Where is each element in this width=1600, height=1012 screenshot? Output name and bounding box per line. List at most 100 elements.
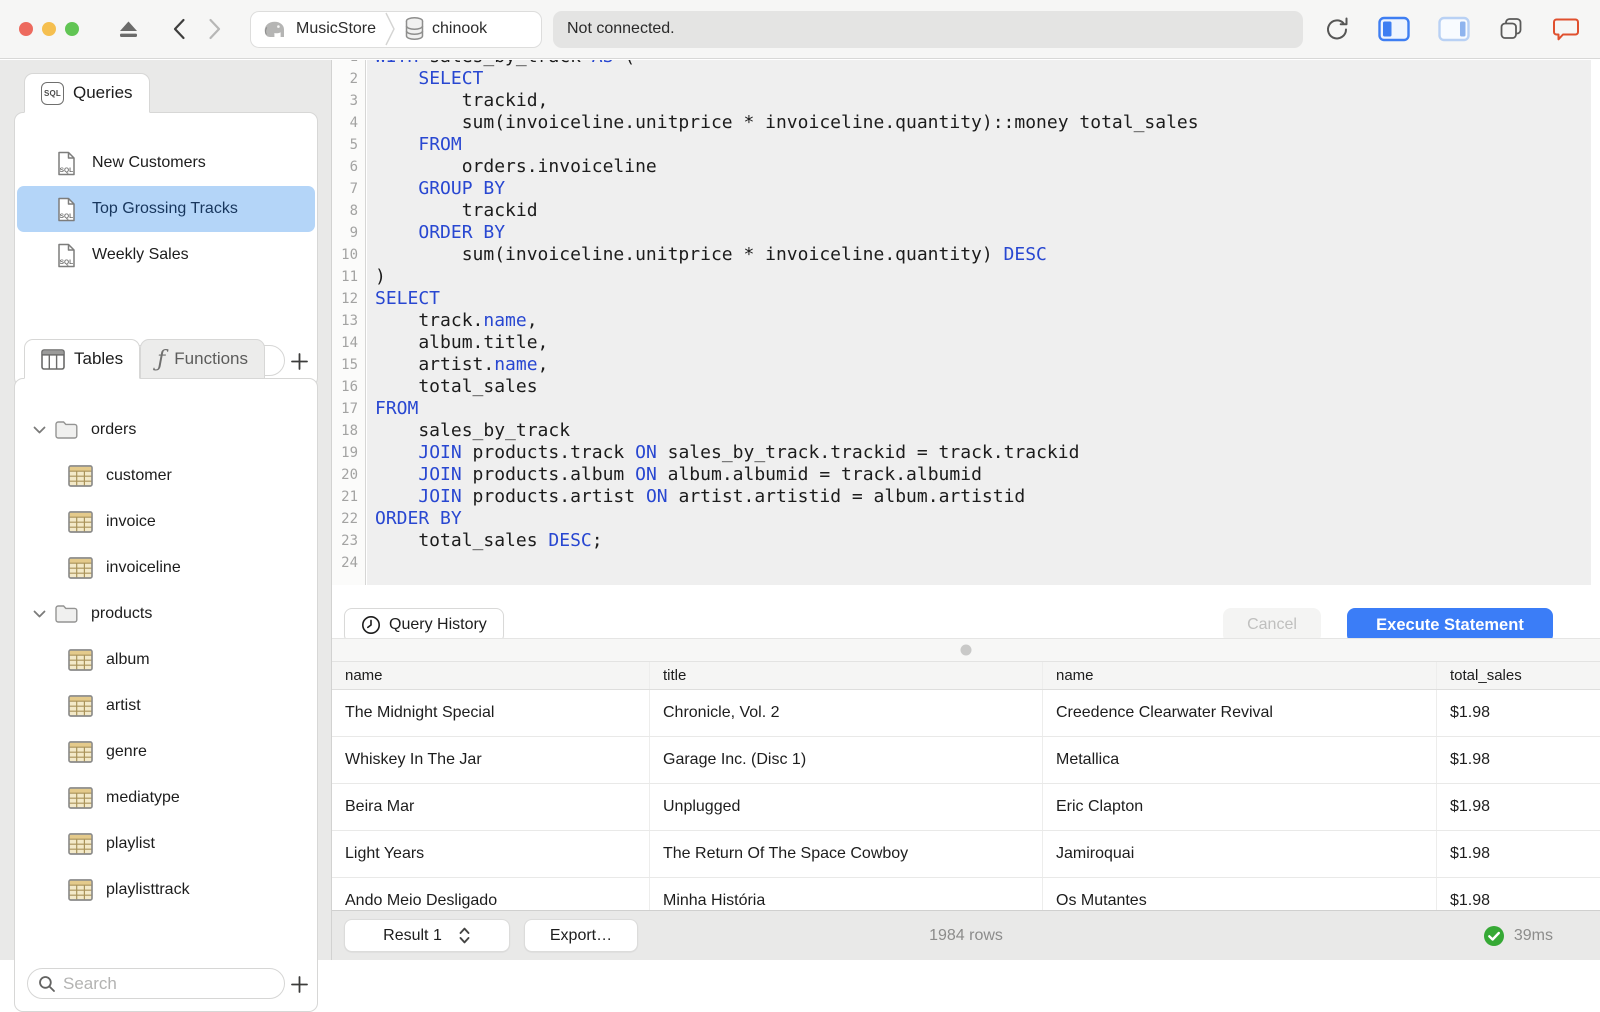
table-cell[interactable]: Garage Inc. (Disc 1) xyxy=(650,737,1043,783)
table-cell[interactable]: $1.98 xyxy=(1437,831,1600,877)
export-button[interactable]: Export… xyxy=(524,919,638,952)
tree-item-playlist[interactable]: playlist xyxy=(15,821,317,867)
table-cell[interactable]: Jamiroquai xyxy=(1043,831,1437,877)
table-row[interactable]: The Midnight Special Chronicle, Vol. 2 Cre… xyxy=(332,690,1600,737)
toggle-right-sidebar-icon[interactable] xyxy=(1438,16,1470,42)
table-row[interactable]: Beira Mar Unplugged Eric Clapton $1.98 xyxy=(332,784,1600,831)
add-table-button[interactable] xyxy=(287,972,311,996)
table-cell[interactable]: Beira Mar xyxy=(332,784,650,830)
table-cell[interactable]: $1.98 xyxy=(1437,690,1600,736)
tree-item-playlisttrack[interactable]: playlisttrack xyxy=(15,867,317,913)
tree-item-label: mediatype xyxy=(106,789,180,806)
close-window-button[interactable] xyxy=(19,22,33,36)
column-header[interactable]: title xyxy=(650,662,1043,689)
tree-item-album[interactable]: album xyxy=(15,637,317,683)
code-line[interactable]: trackid, xyxy=(375,90,1591,112)
code-line[interactable]: FROM xyxy=(375,398,1591,420)
code-line[interactable]: album.title, xyxy=(375,332,1591,354)
code-line[interactable]: sales_by_track xyxy=(375,420,1591,442)
tree-item-genre[interactable]: genre xyxy=(15,729,317,775)
result-selector[interactable]: Result 1 xyxy=(344,919,510,952)
zoom-window-button[interactable] xyxy=(65,22,79,36)
code-line[interactable]: ORDER BY xyxy=(375,508,1591,530)
code-line[interactable]: JOIN products.track ON sales_by_track.tr… xyxy=(375,442,1591,464)
split-divider[interactable] xyxy=(332,638,1600,662)
tree-item-artist[interactable]: artist xyxy=(15,683,317,729)
code-line[interactable]: WITH sales_by_track AS ( xyxy=(375,60,1591,68)
table-cell[interactable]: $1.98 xyxy=(1437,737,1600,783)
table-cell[interactable]: Ando Meio Desligado xyxy=(332,878,650,910)
table-row[interactable]: Light Years The Return Of The Space Cowbo… xyxy=(332,831,1600,878)
drag-handle[interactable] xyxy=(960,644,972,656)
tab-tables[interactable]: Tables xyxy=(24,339,141,379)
clock-icon xyxy=(361,615,381,635)
code-line[interactable]: JOIN products.album ON album.albumid = t… xyxy=(375,464,1591,486)
chevron-down-icon[interactable] xyxy=(33,610,47,618)
table-cell[interactable]: $1.98 xyxy=(1437,878,1600,910)
tree-item-invoice[interactable]: invoice xyxy=(15,499,317,545)
add-query-button[interactable] xyxy=(287,349,311,373)
code-line[interactable]: SELECT xyxy=(375,68,1591,90)
code-line[interactable]: ) xyxy=(375,266,1591,288)
code-line[interactable]: total_sales DESC; xyxy=(375,530,1591,552)
code-line[interactable]: GROUP BY xyxy=(375,178,1591,200)
table-row[interactable]: Ando Meio Desligado Minha História Os Muta… xyxy=(332,878,1600,910)
code-area[interactable]: WITH sales_by_track AS ( SELECT trackid,… xyxy=(367,60,1591,585)
tree-item-orders[interactable]: orders xyxy=(15,407,317,453)
code-line[interactable]: track.name, xyxy=(375,310,1591,332)
table-cell[interactable]: Whiskey In The Jar xyxy=(332,737,650,783)
table-icon xyxy=(68,649,93,671)
table-cell[interactable]: $1.98 xyxy=(1437,784,1600,830)
code-line[interactable]: trackid xyxy=(375,200,1591,222)
table-cell[interactable]: The Midnight Special xyxy=(332,690,650,736)
table-cell[interactable]: Creedence Clearwater Revival xyxy=(1043,690,1437,736)
table-cell[interactable]: Chronicle, Vol. 2 xyxy=(650,690,1043,736)
minimize-window-button[interactable] xyxy=(42,22,56,36)
table-cell[interactable]: Eric Clapton xyxy=(1043,784,1437,830)
tree-item-products[interactable]: products xyxy=(15,591,317,637)
breadcrumb-database-label: chinook xyxy=(432,20,488,37)
table-cell[interactable]: Light Years xyxy=(332,831,650,877)
column-header[interactable]: name xyxy=(1043,662,1437,689)
windows-icon[interactable] xyxy=(1498,16,1524,42)
code-line[interactable]: orders.invoiceline xyxy=(375,156,1591,178)
sql-editor[interactable]: 123456789101112131415161718192021222324 … xyxy=(332,60,1600,585)
table-cell[interactable]: Os Mutantes xyxy=(1043,878,1437,910)
query-item-new-customers[interactable]: SQL New Customers xyxy=(17,140,315,186)
table-cell[interactable]: Minha História xyxy=(650,878,1043,910)
breadcrumb-server[interactable]: MusicStore xyxy=(261,16,376,42)
query-item-top-grossing-tracks[interactable]: SQL Top Grossing Tracks xyxy=(17,186,315,232)
toggle-left-sidebar-icon[interactable] xyxy=(1378,16,1410,42)
table-cell[interactable]: The Return Of The Space Cowboy xyxy=(650,831,1043,877)
breadcrumb-database[interactable]: chinook xyxy=(404,16,487,42)
code-line[interactable]: JOIN products.artist ON artist.artistid … xyxy=(375,486,1591,508)
code-line[interactable]: total_sales xyxy=(375,376,1591,398)
reload-icon[interactable] xyxy=(1325,16,1350,42)
disconnect-eject-icon[interactable] xyxy=(117,20,140,39)
tree-item-mediatype[interactable]: mediatype xyxy=(15,775,317,821)
forward-button[interactable] xyxy=(208,18,222,40)
table-search[interactable] xyxy=(27,968,285,999)
table-row[interactable]: Whiskey In The Jar Garage Inc. (Disc 1) Me… xyxy=(332,737,1600,784)
code-line[interactable] xyxy=(375,552,1591,574)
table-cell[interactable]: Metallica xyxy=(1043,737,1437,783)
column-header[interactable]: total_sales xyxy=(1437,662,1600,689)
code-line[interactable]: artist.name, xyxy=(375,354,1591,376)
code-line[interactable]: ORDER BY xyxy=(375,222,1591,244)
code-line[interactable]: sum(invoiceline.unitprice * invoiceline.… xyxy=(375,244,1591,266)
code-line[interactable]: SELECT xyxy=(375,288,1591,310)
tab-functions[interactable]: ƒ Functions xyxy=(140,339,265,379)
back-button[interactable] xyxy=(172,18,186,40)
query-item-weekly-sales[interactable]: SQL Weekly Sales xyxy=(17,232,315,278)
table-cell[interactable]: Unplugged xyxy=(650,784,1043,830)
tree-item-invoiceline[interactable]: invoiceline xyxy=(15,545,317,591)
editor-scrollbar[interactable] xyxy=(1591,60,1600,585)
code-line[interactable]: sum(invoiceline.unitprice * invoiceline.… xyxy=(375,112,1591,134)
column-header[interactable]: name xyxy=(332,662,650,689)
chevron-down-icon[interactable] xyxy=(33,426,47,434)
feedback-chat-icon[interactable] xyxy=(1552,17,1580,42)
code-line[interactable]: FROM xyxy=(375,134,1591,156)
tab-queries[interactable]: SQL Queries xyxy=(24,73,150,113)
table-search-input[interactable] xyxy=(63,973,253,994)
tree-item-customer[interactable]: customer xyxy=(15,453,317,499)
